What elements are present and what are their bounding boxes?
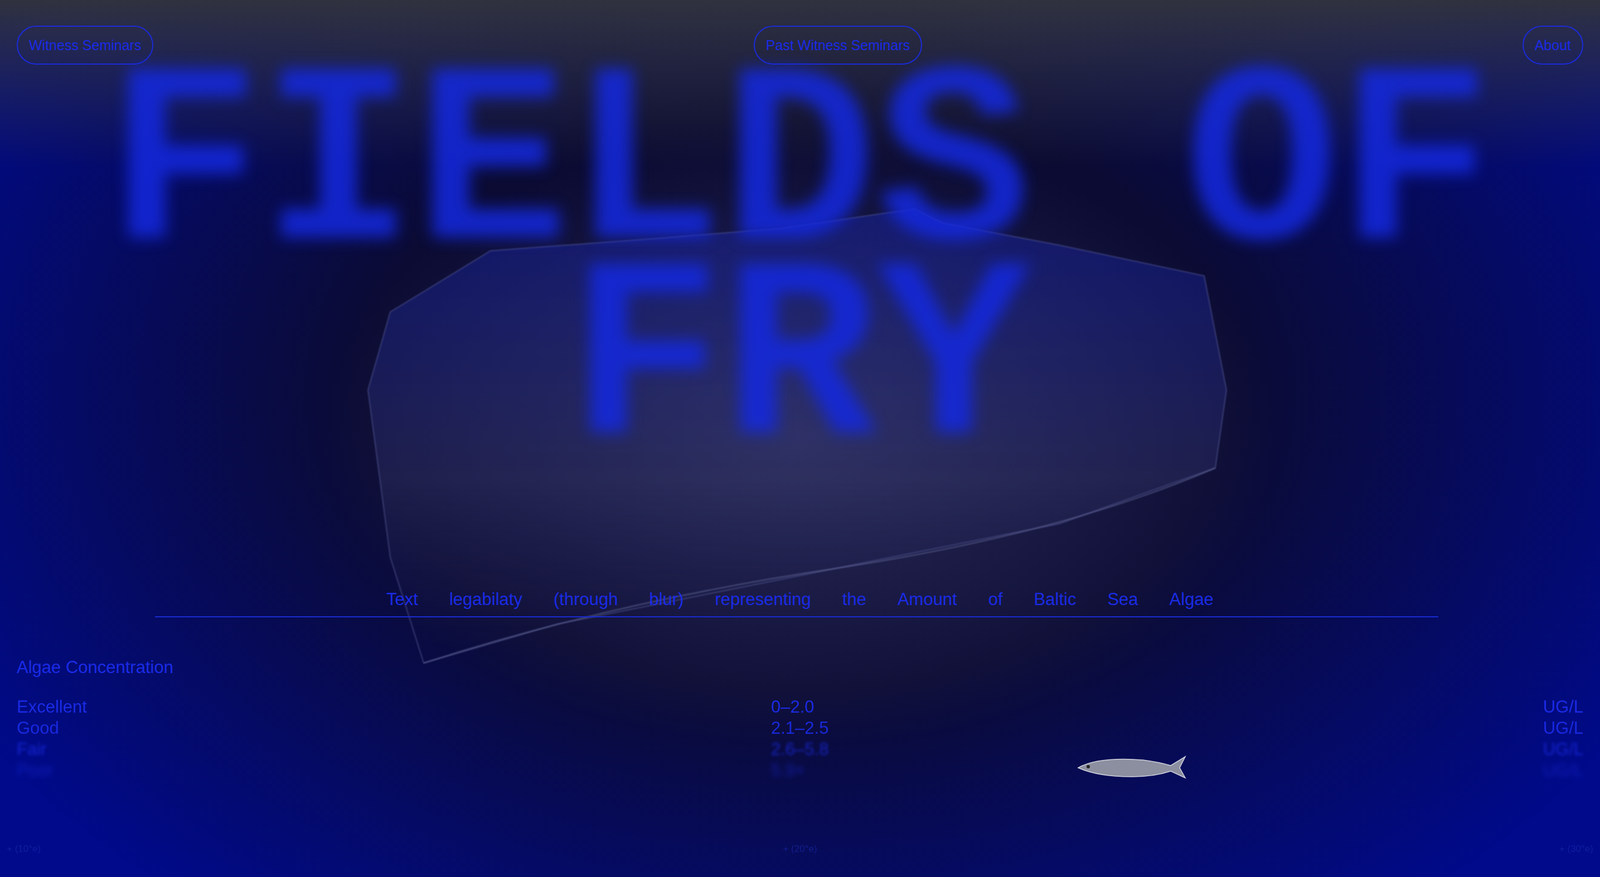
caption-word: of	[988, 588, 1003, 612]
blurred-title: FIELDS OF	[107, 71, 1493, 268]
row-unit: UG/L	[1543, 739, 1584, 761]
row-unit: UG/L	[1543, 718, 1584, 740]
row-label: Good	[16, 718, 772, 740]
caption-word: legabilaty	[449, 588, 523, 612]
nav-button[interactable]: About	[1522, 25, 1584, 65]
nav-button[interactable]: Past Witness Seminars	[753, 25, 923, 65]
legend-title: Algae Concentration	[16, 656, 1584, 680]
coordinate-marker: + (20°e)	[782, 844, 817, 856]
caption-word: Algae	[1169, 588, 1214, 612]
row-unit: UG/L	[1543, 760, 1584, 782]
hero: FIELDS OFFRY	[0, 64, 1600, 589]
caption-word: Baltic	[1034, 588, 1077, 612]
caption-word: Amount	[897, 588, 958, 612]
row-label: Fair	[16, 739, 772, 761]
row-range: 0–2.0	[771, 696, 1544, 719]
coordinate-markers: + (10°e) + (20°e) + (30°e)	[0, 844, 1600, 877]
legend-row: Poor 5.9+ UG/L	[16, 760, 1584, 782]
top-nav: Witness Seminars Past Witness Seminars Abo…	[0, 0, 1600, 65]
caption-word: representing	[714, 588, 811, 612]
row-range: 2.1–2.5	[771, 718, 1544, 740]
page: Witness Seminars Past Witness Seminars Abo…	[0, 0, 1600, 877]
blurred-title: FRY	[569, 267, 1031, 463]
algae-legend: Algae Concentration Excellent 0–2.0 UG/L…	[0, 656, 1600, 782]
caption-word: blur)	[648, 588, 684, 612]
fish-icon	[1075, 752, 1188, 782]
caption-word: Text	[386, 588, 419, 612]
nav-button[interactable]: Witness Seminars	[16, 25, 154, 65]
coordinate-marker: + (30°e)	[1559, 844, 1594, 856]
legend-row: Good 2.1–2.5 UG/L	[16, 718, 1584, 740]
coordinate-marker: + (10°e)	[6, 844, 41, 856]
row-label: Poor	[16, 760, 772, 782]
row-label: Excellent	[16, 696, 772, 719]
legend-row: Fair 2.6–5.8 UG/L	[16, 739, 1584, 761]
caption-word: Sea	[1107, 588, 1138, 612]
divider	[154, 616, 1439, 618]
caption-word: the	[842, 588, 867, 612]
row-unit: UG/L	[1543, 696, 1584, 719]
legend-row: Excellent 0–2.0 UG/L	[16, 696, 1584, 719]
caption: Text legabilaty (through blur) representing t…	[0, 588, 1600, 612]
row-range: 2.6–5.8	[771, 739, 1544, 761]
caption-word: (through	[553, 588, 618, 612]
